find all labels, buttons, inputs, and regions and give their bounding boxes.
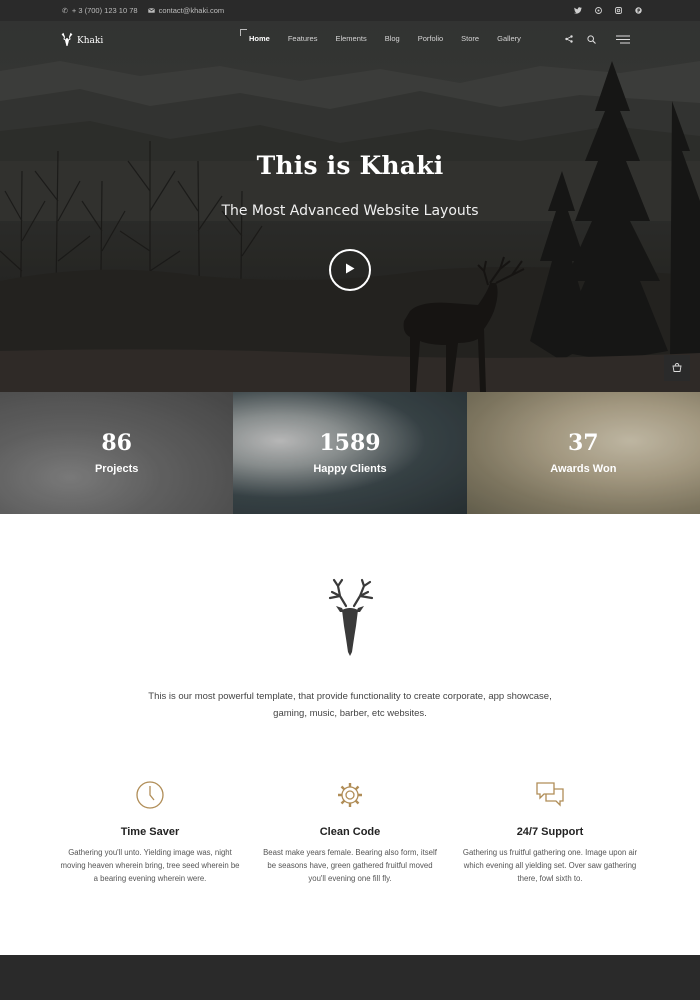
stat-value: 37 [568, 430, 599, 456]
feature-title: Time Saver [120, 826, 180, 838]
play-video-button[interactable] [329, 249, 371, 291]
nav-item-store[interactable]: Store [452, 21, 488, 57]
stat-projects: 86 Projects [0, 392, 234, 514]
menu-icon[interactable] [616, 35, 630, 44]
top-bar: ✆ + 3 (700) 123 10 78 contact@khaki.com [0, 0, 700, 21]
feature-clean-code: Clean Code Beast make years female. Bear… [255, 780, 445, 885]
twitter-icon[interactable] [574, 7, 582, 15]
stat-label: Awards Won [550, 463, 617, 475]
nav-icons [565, 21, 630, 57]
brand-logo[interactable]: Khaki [61, 32, 103, 49]
share-icon[interactable] [565, 35, 573, 43]
deer-head-icon [324, 578, 376, 663]
contact-info: ✆ + 3 (700) 123 10 78 contact@khaki.com [62, 0, 224, 21]
footer [0, 955, 700, 1000]
brand-name: Khaki [77, 35, 104, 46]
feature-title: Clean Code [319, 826, 381, 838]
search-icon[interactable] [587, 34, 596, 44]
clock-icon [55, 780, 245, 810]
feature-text: Gathering you'll unto. Yielding image wa… [60, 848, 240, 883]
deer-icon [61, 32, 73, 49]
social-links [574, 0, 642, 21]
stat-label: Projects [94, 463, 139, 475]
feature-text: Gathering us fruitful gathering one. Ima… [462, 848, 638, 883]
stat-label: Happy Clients [313, 463, 387, 475]
feature-time-saver: Time Saver Gathering you'll unto. Yieldi… [55, 780, 245, 885]
cart-icon [672, 359, 682, 377]
stat-happy-clients: 1589 Happy Clients [233, 392, 467, 514]
gear-icon [255, 780, 445, 810]
phone-info: ✆ + 3 (700) 123 10 78 [62, 6, 138, 15]
stats-section: 86 Projects 1589 Happy Clients 37 Awards… [0, 392, 700, 514]
feature-title: 24/7 Support [516, 826, 584, 838]
nav-item-elements[interactable]: Elements [326, 21, 375, 57]
nav-item-gallery[interactable]: Gallery [488, 21, 530, 57]
nav-item-blog[interactable]: Blog [376, 21, 409, 57]
stat-value: 1589 [319, 430, 381, 456]
feature-text: Beast make years female. Bearing also fo… [263, 848, 437, 883]
instagram-icon[interactable] [614, 7, 622, 15]
cart-button[interactable] [664, 355, 690, 381]
chat-icon [455, 780, 645, 810]
mail-icon [147, 6, 155, 15]
email-info: contact@khaki.com [147, 6, 225, 15]
intro-text: This is our most powerful template, that… [148, 691, 552, 719]
nav-item-home[interactable]: Home [240, 21, 279, 57]
email-address[interactable]: contact@khaki.com [159, 6, 225, 15]
features-section: Time Saver Gathering you'll unto. Yieldi… [50, 780, 650, 890]
pinterest-icon[interactable] [634, 7, 642, 15]
stat-awards-won: 37 Awards Won [466, 392, 700, 514]
phone-number[interactable]: + 3 (700) 123 10 78 [72, 6, 138, 15]
play-icon [345, 261, 355, 279]
dribbble-icon[interactable] [594, 7, 602, 15]
phone-icon: ✆ [62, 7, 68, 15]
nav-item-porfolio[interactable]: Porfolio [409, 21, 452, 57]
stat-value: 86 [101, 430, 132, 456]
main-navigation: Khaki Home Features Elements Blog Porfol… [0, 21, 700, 57]
hero-section: Khaki Home Features Elements Blog Porfol… [0, 21, 700, 392]
nav-item-features[interactable]: Features [279, 21, 327, 57]
hero-title: This is Khaki [256, 151, 444, 180]
menu-items: Home Features Elements Blog Porfolio Sto… [240, 21, 530, 57]
hero-subtitle: The Most Advanced Website Layouts [221, 203, 479, 219]
feature-support: 24/7 Support Gathering us fruitful gathe… [455, 780, 645, 885]
